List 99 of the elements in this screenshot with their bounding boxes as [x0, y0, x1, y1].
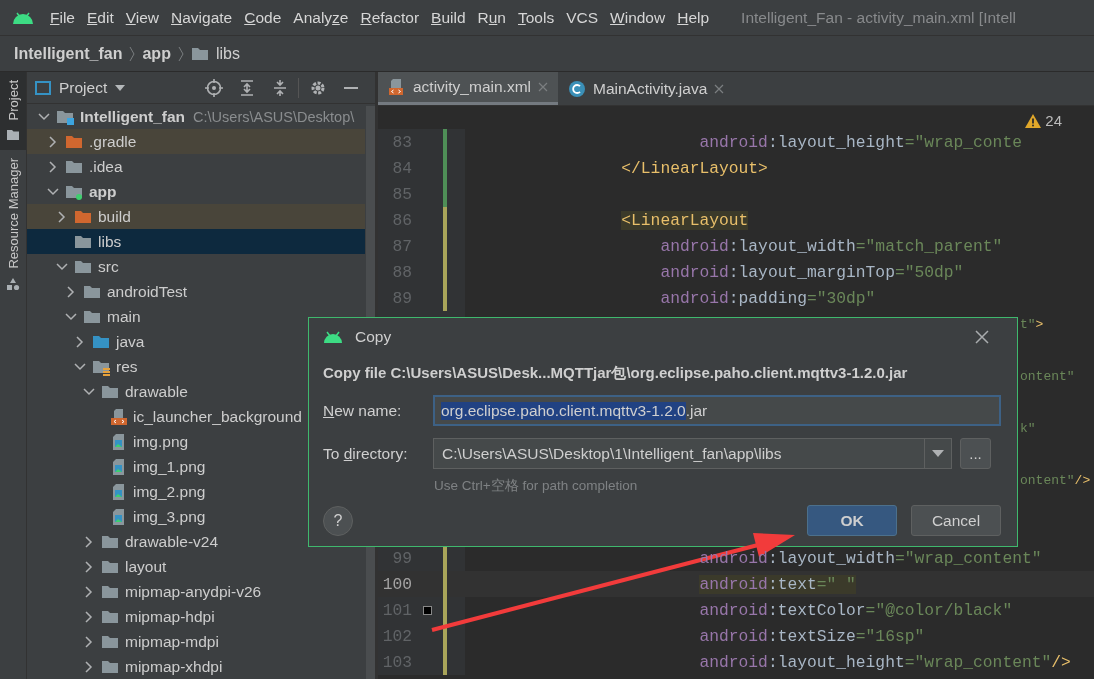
menu-item[interactable]: Window — [604, 3, 672, 32]
name-field[interactable]: org.eclipse.paho.client.mqttv3-1.2.0.jar — [433, 395, 1001, 426]
chevron-down-icon — [56, 262, 68, 271]
tree-item[interactable]: androidTest — [27, 279, 365, 304]
locate-icon[interactable] — [204, 78, 223, 97]
code-text: <LinearLayout — [621, 210, 749, 230]
chevron-down-icon — [83, 387, 95, 396]
chevron-right-icon — [76, 335, 84, 348]
code-text: k" — [1020, 420, 1036, 436]
tree-item[interactable]: .gradle — [27, 129, 365, 154]
code-text: </LinearLayout> — [621, 158, 768, 178]
cancel-button[interactable]: Cancel — [911, 505, 1001, 536]
breadcrumb-item[interactable]: libs — [215, 44, 240, 63]
code-text: android:textColor="@color/black" — [699, 600, 1013, 620]
dialog-title: Copy — [355, 328, 392, 346]
tool-window-tab[interactable]: Resource Manager — [0, 150, 26, 300]
code-text: android:layout_width="wrap_content" — [699, 548, 1042, 568]
path-text: C:\Users\ASUS\Desktop\ — [193, 108, 355, 125]
chevron-right-icon — [67, 285, 75, 298]
dialog-message: Copy file C:\Users\ASUS\Desk...MQTTjar包\org.eclipse.paho.client.mqttv3-1.2.0.jar — [323, 364, 909, 383]
chevron-right-icon — [85, 585, 93, 598]
directory-combo[interactable]: C:\Users\ASUS\Desktop\1\Intelligent_fan\app\libs — [433, 438, 952, 469]
tree-item[interactable]: app — [27, 179, 365, 204]
chevron-right-icon — [85, 660, 93, 673]
tree-item[interactable]: img_2.png — [27, 479, 365, 504]
chevron-right-icon — [85, 635, 93, 648]
shapes-icon — [6, 277, 20, 292]
tree-item[interactable]: libs — [27, 229, 365, 254]
code-text: android:textSize="16sp" — [699, 626, 925, 646]
tree-item[interactable]: mipmap-anydpi-v26 — [27, 579, 365, 604]
xml-file-icon — [110, 407, 128, 426]
code-text: android:layout_height="wrap_content"/> — [699, 652, 1071, 672]
chevron-right-icon — [49, 135, 57, 148]
chevron-right-icon — [85, 610, 93, 623]
menu-item[interactable]: Edit — [81, 3, 120, 32]
caret-icon — [115, 84, 126, 91]
line-number: 100 — [381, 574, 412, 594]
tool-window-tab[interactable]: Project — [0, 72, 26, 151]
tree-item[interactable]: layout — [27, 554, 365, 579]
dropdown-icon[interactable] — [932, 450, 944, 457]
window-title: Intelligent_Fan - activity_main.xml [Intell — [741, 8, 1016, 27]
ok-button[interactable]: OK — [807, 505, 897, 536]
menu-item[interactable]: File — [44, 3, 81, 32]
chevron-down-icon — [38, 112, 50, 121]
breadcrumb-item[interactable]: Intelligent_fan — [14, 44, 123, 63]
android-logo-icon — [323, 331, 343, 343]
chevron-right-icon — [176, 44, 185, 63]
menu-item[interactable]: Refactor — [354, 3, 426, 32]
menu-item[interactable]: Navigate — [165, 3, 239, 32]
browse-button[interactable]: ... — [960, 438, 991, 469]
code-text: android:text=" " — [699, 574, 856, 594]
chevron-right-icon — [49, 160, 57, 173]
chevron-right-icon — [85, 535, 93, 548]
menu-item[interactable]: Build — [425, 3, 472, 32]
editor-tab[interactable]: activity_main.xml — [378, 72, 558, 105]
menu-item[interactable]: View — [119, 3, 166, 32]
chevron-down-icon — [74, 362, 86, 371]
close-icon[interactable] — [975, 330, 989, 344]
menu-item[interactable]: Help — [671, 3, 716, 32]
field-label: To directory: — [323, 444, 409, 463]
hint-text: Use Ctrl+空格 for path completion — [434, 477, 639, 495]
chevron-right-icon — [85, 560, 93, 573]
tree-item[interactable]: build — [27, 204, 365, 229]
folder-icon — [6, 128, 20, 143]
code-text: ontent" — [1020, 368, 1075, 384]
code-text: android:layout_height="wrap_conte — [699, 132, 1022, 152]
xml-file-icon — [388, 78, 406, 96]
editor-tab[interactable]: MainActivity.java — [558, 72, 735, 105]
view-selector[interactable]: Project — [35, 78, 126, 97]
chevron-down-icon — [47, 187, 59, 196]
panel-icon — [35, 80, 51, 95]
tree-item[interactable]: mipmap-xhdpi — [27, 654, 365, 679]
close-icon[interactable] — [714, 83, 725, 94]
bookmark-icon — [423, 605, 432, 615]
class-icon — [568, 79, 586, 98]
warning-count: 24 — [1045, 112, 1062, 129]
tree-item[interactable]: Intelligent_fan C:\Users\ASUS\Desktop\ — [27, 104, 365, 129]
menu-item[interactable]: Tools — [512, 3, 561, 32]
chevron-down-icon — [65, 312, 77, 321]
tree-item[interactable]: mipmap-mdpi — [27, 629, 365, 654]
chevron-right-icon — [128, 44, 137, 63]
menu-item[interactable]: Analyze — [287, 3, 355, 32]
menu-item[interactable]: VCS — [560, 3, 605, 32]
code-text: t"> — [1020, 316, 1044, 332]
android-logo-icon — [12, 10, 34, 25]
chevron-right-icon — [58, 210, 66, 223]
tree-item[interactable]: .idea — [27, 154, 365, 179]
tree-item[interactable]: mipmap-hdpi — [27, 604, 365, 629]
code-text: android:padding="30dp" — [660, 288, 876, 308]
code-text: android:layout_width="match_parent" — [660, 236, 1003, 256]
help-button[interactable]: ? — [323, 505, 353, 536]
menu-item[interactable]: Code — [238, 3, 288, 32]
tree-item[interactable]: src — [27, 254, 365, 279]
breadcrumb-item[interactable]: app — [142, 44, 171, 63]
menu-item[interactable]: Run — [471, 3, 512, 32]
field-label: New name: — [323, 401, 403, 420]
code-text: ontent"/> — [1020, 472, 1091, 488]
code-text: android:layout_marginTop="50dp" — [660, 262, 964, 282]
tree-item[interactable]: main — [27, 304, 365, 329]
